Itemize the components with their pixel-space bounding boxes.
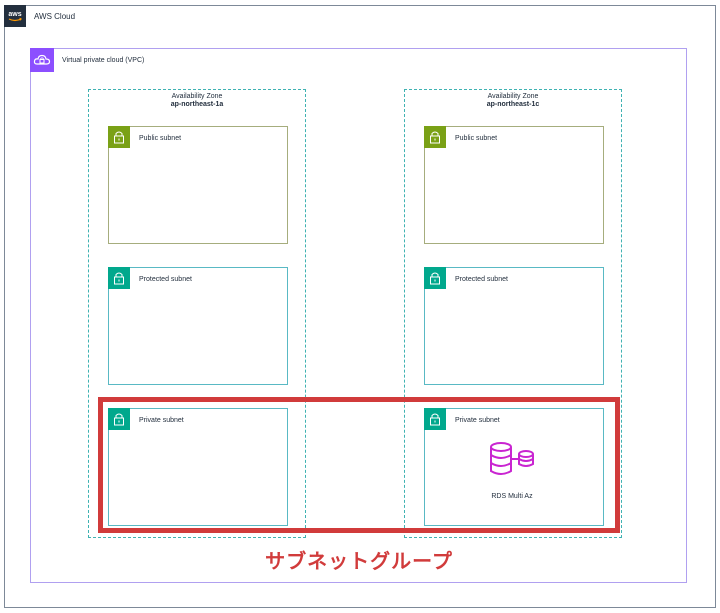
aws-cloud-label: AWS Cloud bbox=[34, 12, 76, 21]
svg-text:aws: aws bbox=[8, 11, 21, 18]
availability-zone-a-title: Availability Zone ap-northeast-1a bbox=[88, 93, 306, 109]
public-subnet-c-label: Public subnet bbox=[455, 135, 498, 142]
subnet-group-label: サブネットグループ bbox=[265, 551, 453, 573]
public-subnet-a-label: Public subnet bbox=[139, 135, 182, 142]
public-subnet-c bbox=[424, 126, 604, 244]
subnet-group-highlight bbox=[98, 397, 620, 533]
protected-subnet-a-label: Protected subnet bbox=[139, 276, 192, 283]
availability-zone-c-title: Availability Zone ap-northeast-1c bbox=[404, 93, 622, 109]
protected-subnet-c bbox=[424, 267, 604, 385]
lock-icon bbox=[424, 267, 446, 289]
lock-icon bbox=[108, 267, 130, 289]
aws-logo-icon: aws bbox=[4, 5, 26, 27]
lock-icon bbox=[424, 126, 446, 148]
az-c-caption: Availability Zone bbox=[487, 93, 539, 100]
az-a-name: ap-northeast-1a bbox=[170, 101, 224, 108]
az-a-caption: Availability Zone bbox=[171, 93, 223, 100]
public-subnet-a bbox=[108, 126, 288, 244]
lock-icon bbox=[108, 126, 130, 148]
vpc-label: Virtual private cloud (VPC) bbox=[62, 57, 145, 64]
az-c-name: ap-northeast-1c bbox=[486, 101, 540, 108]
protected-subnet-c-label: Protected subnet bbox=[455, 276, 508, 283]
vpc-cloud-icon bbox=[30, 48, 54, 72]
protected-subnet-a bbox=[108, 267, 288, 385]
